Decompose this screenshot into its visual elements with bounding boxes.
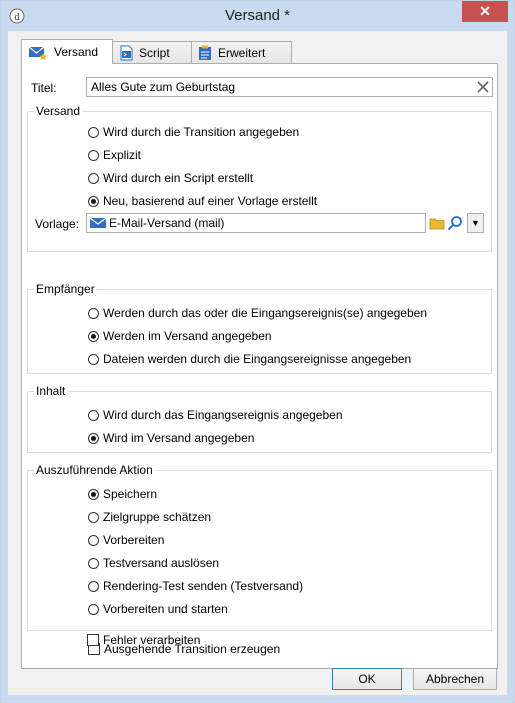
tab-versand[interactable]: Versand [21, 39, 113, 64]
radio-empfaenger-dateien[interactable]: Dateien werden durch die Eingangsereigni… [88, 352, 411, 366]
radio-label: Wird durch die Transition angegeben [103, 125, 300, 139]
tab-label: Versand [54, 45, 99, 59]
window-title: Versand * [224, 7, 291, 24]
radio-label: Wird im Versand angegeben [103, 431, 255, 445]
inhalt-legend: Inhalt [34, 384, 68, 398]
radio-label: Rendering-Test senden (Testversand) [103, 579, 304, 593]
tab-script[interactable]: Script [112, 41, 192, 64]
radio-empfaenger-eingang[interactable]: Werden durch das oder die Eingangsereign… [88, 306, 427, 320]
radio-circle [88, 432, 99, 444]
versand-legend: Versand [34, 104, 83, 118]
radio-circle [88, 195, 99, 207]
clipboard-icon [199, 45, 211, 60]
mail-icon [28, 46, 47, 60]
radio-aktion-zielgruppe[interactable]: Zielgruppe schätzen [88, 510, 211, 524]
tab-erweitert[interactable]: Erweitert [191, 41, 292, 64]
radio-label: Vorbereiten und starten [103, 602, 228, 616]
radio-circle [88, 409, 99, 421]
tab-label: Script [139, 46, 170, 60]
radio-label: Werden im Versand angegeben [103, 329, 272, 343]
radio-circle [88, 172, 99, 184]
aktion-legend: Auszuführende Aktion [34, 463, 155, 477]
radio-aktion-vorbereiten[interactable]: Vorbereiten [88, 533, 164, 547]
title-input[interactable]: Alles Gute zum Geburtstag [86, 77, 493, 97]
mail-icon [90, 217, 106, 228]
script-icon [120, 45, 133, 61]
radio-circle [88, 149, 99, 161]
radio-circle [88, 488, 99, 500]
search-icon[interactable] [447, 215, 463, 231]
title-value: Alles Gute zum Geburtstag [91, 80, 236, 94]
radio-versand-explizit[interactable]: Explizit [88, 148, 141, 162]
tab-panel-versand: Titel: Alles Gute zum Geburtstag Versand… [21, 63, 498, 669]
radio-label: Testversand auslösen [103, 556, 220, 570]
radio-versand-vorlage[interactable]: Neu, basierend auf einer Vorlage erstell… [88, 194, 317, 208]
template-input[interactable]: E-Mail-Versand (mail) [86, 213, 426, 233]
radio-label: Dateien werden durch die Eingangsereigni… [103, 352, 412, 366]
radio-circle [88, 330, 99, 342]
chevron-down-icon[interactable]: ▼ [467, 213, 484, 233]
close-button[interactable]: ✕ [462, 1, 508, 22]
radio-aktion-speichern[interactable]: Speichern [88, 487, 157, 501]
radio-label: Werden durch das oder die Eingangsereign… [103, 306, 427, 320]
dialog-window: d Versand * ✕ Versand Script Erweitert T… [0, 0, 515, 703]
title-bar[interactable]: d Versand * ✕ [1, 1, 514, 31]
radio-circle [88, 126, 99, 138]
radio-circle [88, 603, 99, 615]
radio-circle [88, 307, 99, 319]
radio-label: Wird durch ein Script erstellt [103, 171, 254, 185]
radio-circle [88, 353, 99, 365]
radio-empfaenger-versand[interactable]: Werden im Versand angegeben [88, 329, 272, 343]
radio-label: Wird durch das Eingangsereignis angegebe… [103, 408, 343, 422]
tab-label: Erweitert [218, 46, 266, 60]
radio-circle [88, 511, 99, 523]
radio-versand-script[interactable]: Wird durch ein Script erstellt [88, 171, 253, 185]
radio-aktion-testversand[interactable]: Testversand auslösen [88, 556, 219, 570]
ok-button[interactable]: OK [332, 668, 402, 690]
radio-circle [88, 580, 99, 592]
template-value: E-Mail-Versand (mail) [109, 216, 225, 230]
empfaenger-legend: Empfänger [34, 282, 97, 296]
radio-label: Vorbereiten [103, 533, 165, 547]
radio-label: Speichern [103, 487, 158, 501]
radio-label: Zielgruppe schätzen [103, 510, 212, 524]
radio-aktion-starten[interactable]: Vorbereiten und starten [88, 602, 228, 616]
checkbox-label: Fehler verarbeiten [103, 633, 201, 647]
radio-circle [88, 534, 99, 546]
radio-inhalt-versand[interactable]: Wird im Versand angegeben [88, 431, 254, 445]
radio-aktion-rendering[interactable]: Rendering-Test senden (Testversand) [88, 579, 303, 593]
radio-circle [88, 557, 99, 569]
radio-label: Neu, basierend auf einer Vorlage erstell… [103, 194, 318, 208]
checkbox-box [87, 634, 99, 646]
cancel-button[interactable]: Abbrechen [413, 668, 497, 690]
template-label: Vorlage: [35, 217, 80, 231]
dialog-body: Versand Script Erweitert Titel: Alles Gu… [8, 31, 507, 695]
radio-versand-transition[interactable]: Wird durch die Transition angegeben [88, 125, 299, 139]
title-label: Titel: [31, 81, 57, 95]
clear-icon[interactable] [477, 81, 489, 93]
folder-icon[interactable] [429, 215, 445, 231]
radio-label: Explizit [103, 148, 142, 162]
radio-inhalt-eingang[interactable]: Wird durch das Eingangsereignis angegebe… [88, 408, 343, 422]
checkbox-fehler[interactable]: Fehler verarbeiten [87, 633, 200, 647]
